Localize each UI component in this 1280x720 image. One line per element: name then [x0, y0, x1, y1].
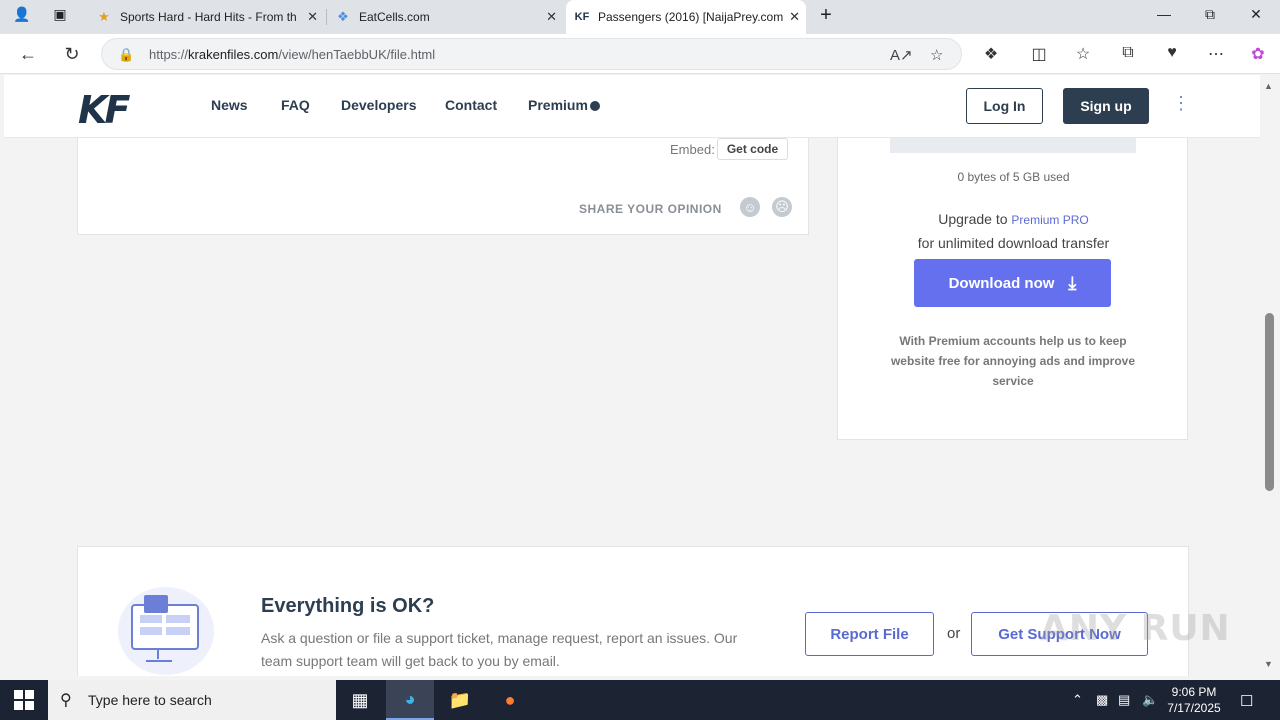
support-card: Everything is OK? Ask a question or file… — [77, 546, 1189, 676]
download-icon: ⤓ — [1068, 272, 1077, 293]
page-scrollbar[interactable]: ▲ ▼ — [1260, 75, 1280, 676]
tray-device-icon[interactable]: ▩ — [1096, 692, 1108, 708]
premium-pro-link[interactable]: Premium PRO — [1011, 213, 1088, 227]
tray-overflow-icon[interactable]: ⌃ — [1072, 692, 1083, 708]
share-opinion-label: SHARE YOUR OPINION — [579, 202, 722, 216]
or-label: or — [947, 625, 961, 642]
frown-icon[interactable]: ☹ — [772, 197, 792, 217]
close-window-icon[interactable]: ✕ — [1246, 6, 1266, 23]
file-info-card: Embed: Get code SHARE YOUR OPINION ☺ ☹ — [77, 131, 809, 235]
address-input[interactable]: 🔒 https://krakenfiles.com/view/henTaebbU… — [101, 38, 962, 70]
nav-news[interactable]: News — [211, 97, 248, 113]
split-screen-icon[interactable]: ◫ — [1028, 44, 1050, 64]
upgrade-prefix: Upgrade to — [938, 211, 1012, 227]
shield-icon — [589, 101, 600, 111]
close-tab-icon[interactable]: ✕ — [789, 9, 800, 25]
refresh-icon[interactable]: ↻ — [60, 42, 84, 66]
lock-icon[interactable]: 🔒 — [118, 47, 134, 63]
tab-title: Passengers (2016) [NaijaPrey.com — [598, 10, 783, 24]
report-file-button[interactable]: Report File — [805, 612, 934, 656]
task-view-icon[interactable]: ▦ — [336, 680, 384, 720]
windows-start-icon[interactable] — [14, 690, 34, 710]
nav-developers[interactable]: Developers — [341, 97, 416, 113]
profile-icon[interactable]: 👤 — [12, 6, 32, 23]
collections-icon[interactable]: ⧉ — [1117, 44, 1139, 62]
krakenfiles-logo[interactable]: KF — [78, 88, 130, 132]
scrollbar-thumb[interactable] — [1265, 313, 1274, 491]
upgrade-text: Upgrade to Premium PRO for unlimited dow… — [838, 208, 1189, 255]
premium-note: With Premium accounts help us to keep we… — [890, 334, 1136, 388]
puzzle-favicon-icon: ❖ — [337, 9, 349, 24]
storage-usage-bar — [890, 138, 1136, 153]
edge-taskbar-icon[interactable]: ◕ — [386, 680, 434, 720]
browser-essentials-icon[interactable]: ♥ — [1161, 44, 1183, 62]
close-tab-icon[interactable]: ✕ — [546, 9, 557, 25]
tab-title: Sports Hard - Hard Hits - From th — [120, 10, 297, 24]
scroll-up-icon[interactable]: ▲ — [1264, 81, 1273, 91]
nav-contact[interactable]: Contact — [445, 97, 497, 113]
firefox-taskbar-icon[interactable]: ● — [486, 680, 534, 720]
star-favicon-icon: ★ — [98, 9, 110, 24]
scroll-down-icon[interactable]: ▼ — [1264, 659, 1273, 669]
tab-title: EatCells.com — [359, 10, 430, 24]
clock-date: 7/17/2025 — [1167, 701, 1221, 715]
tab-actions-icon[interactable]: ▣ — [50, 6, 70, 23]
smile-icon[interactable]: ☺ — [740, 197, 760, 217]
support-title: Everything is OK? — [261, 595, 435, 617]
search-icon: ⚲ — [60, 692, 72, 709]
extensions-icon[interactable]: ❖ — [980, 44, 1002, 64]
tab-passengers[interactable]: KF Passengers (2016) [NaijaPrey.com ✕ — [566, 0, 806, 34]
embed-label: Embed: — [670, 142, 715, 157]
taskbar-search-input[interactable]: ⚲ Type here to search — [48, 680, 336, 720]
download-now-button[interactable]: Download now ⤓ — [914, 259, 1111, 307]
site-header: KF News FAQ Developers Contact Premium L… — [4, 75, 1260, 138]
page-viewport: Embed: Get code SHARE YOUR OPINION ☺ ☹ 0… — [4, 75, 1260, 676]
upgrade-suffix: for unlimited download transfer — [917, 235, 1110, 251]
nav-premium[interactable]: Premium — [528, 97, 600, 113]
network-icon[interactable]: ▤ — [1118, 692, 1130, 708]
kebab-menu-icon[interactable]: ⋮ — [1172, 93, 1190, 114]
read-aloud-icon[interactable]: A↗ — [890, 46, 913, 64]
support-description: Ask a question or file a support ticket,… — [261, 630, 738, 669]
storage-usage-text: 0 bytes of 5 GB used — [957, 170, 1070, 184]
tab-eatcells[interactable]: ❖ EatCells.com ✕ — [327, 0, 563, 34]
anyrun-watermark: ANY RUN — [1040, 608, 1231, 649]
more-menu-icon[interactable]: ⋯ — [1205, 44, 1227, 64]
get-code-button[interactable]: Get code — [717, 138, 788, 160]
minimize-icon[interactable]: — — [1154, 6, 1174, 22]
download-card: 0 bytes of 5 GB used Upgrade to Premium … — [837, 131, 1188, 440]
support-monitor-icon — [118, 587, 214, 675]
restore-icon[interactable]: ⧉ — [1200, 6, 1220, 23]
browser-tabstrip: 👤 ▣ ★ Sports Hard - Hard Hits - From th … — [0, 0, 1280, 34]
url-text: https://krakenfiles.com/view/henTaebbUK/… — [149, 47, 436, 62]
clock-time: 9:06 PM — [1171, 685, 1217, 699]
volume-icon[interactable]: 🔈 — [1142, 692, 1158, 708]
log-in-button[interactable]: Log In — [966, 88, 1043, 124]
new-tab-button[interactable]: + — [816, 4, 836, 27]
nav-premium-label: Premium — [528, 97, 588, 113]
taskbar-clock[interactable]: 9:06 PM 7/17/2025 — [1160, 684, 1228, 716]
windows-taskbar: ⚲ Type here to search ▦ ◕ 📁 ● ⌃ ▩ ▤ 🔈 9:… — [0, 680, 1280, 720]
download-button-label: Download now — [948, 274, 1055, 292]
sign-up-button[interactable]: Sign up — [1063, 88, 1149, 124]
file-explorer-icon[interactable]: 📁 — [436, 680, 484, 720]
copilot-icon[interactable]: ✿ — [1247, 44, 1269, 64]
search-placeholder: Type here to search — [88, 692, 212, 708]
tab-sports-hard[interactable]: ★ Sports Hard - Hard Hits - From th ✕ — [88, 0, 324, 34]
favorite-star-icon[interactable]: ☆ — [930, 46, 943, 64]
close-tab-icon[interactable]: ✕ — [307, 9, 318, 25]
kf-favicon-icon: KF — [574, 11, 590, 23]
notifications-icon[interactable]: ☐ — [1240, 692, 1253, 710]
nav-faq[interactable]: FAQ — [281, 97, 310, 113]
favorites-icon[interactable]: ☆ — [1072, 44, 1094, 64]
back-icon[interactable]: ← — [16, 42, 40, 66]
